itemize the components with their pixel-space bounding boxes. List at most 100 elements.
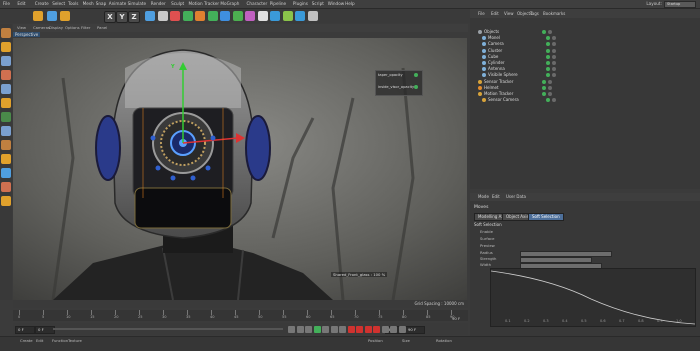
render-toggle-icon[interactable] <box>552 67 556 72</box>
transport-button-3[interactable] <box>313 326 321 333</box>
transport-button-1[interactable] <box>296 326 304 333</box>
current-frame-field[interactable]: 0 F <box>35 326 55 334</box>
transport-button-2[interactable] <box>305 326 312 333</box>
object-row[interactable]: Helmet <box>478 85 628 91</box>
menu-item-create[interactable]: Create <box>35 1 49 6</box>
menu-item-window[interactable]: Window <box>328 1 345 6</box>
menu-item-motion-tracker[interactable]: Motion Tracker <box>189 1 220 6</box>
menu-item-simulate[interactable]: Simulate <box>128 1 147 6</box>
xpresso-overlay[interactable]: taper_opacity inside_visor_opacity <box>375 70 423 96</box>
tool-icon-14[interactable] <box>282 11 293 21</box>
menu-item-script[interactable]: Script <box>312 1 324 6</box>
material-menu-edit[interactable]: Edit <box>36 338 43 343</box>
max-frame-field[interactable]: 90 F <box>405 326 425 334</box>
render-toggle-icon[interactable] <box>548 85 552 90</box>
render-toggle-icon[interactable] <box>552 61 556 65</box>
menu-item-select[interactable]: Select <box>52 1 65 6</box>
object-menu-file[interactable]: File <box>478 11 485 16</box>
object-menu-bookmarks[interactable]: Bookmarks <box>543 11 565 16</box>
tool-icon-2[interactable] <box>59 11 70 21</box>
layout-dropdown[interactable]: Startup <box>664 1 696 8</box>
transport-button-8[interactable] <box>356 326 363 333</box>
object-row[interactable]: Motion Tracker <box>478 91 628 97</box>
visibility-icon[interactable] <box>542 30 546 34</box>
left-tool-icon-9[interactable] <box>1 154 11 164</box>
object-row[interactable]: Objects <box>478 29 628 35</box>
tool-icon-7[interactable] <box>195 11 205 21</box>
left-tool-icon-11[interactable] <box>1 182 11 192</box>
left-tool-icon-8[interactable] <box>1 140 11 150</box>
visibility-icon[interactable] <box>546 61 550 65</box>
render-toggle-icon[interactable] <box>552 42 556 47</box>
material-menu-function[interactable]: Function <box>52 338 68 343</box>
left-tool-icon-2[interactable] <box>1 56 11 66</box>
object-row[interactable]: Cluster <box>482 48 632 54</box>
tool-icon-4[interactable] <box>157 11 168 21</box>
render-toggle-icon[interactable] <box>552 73 556 78</box>
render-toggle-icon[interactable] <box>552 48 556 53</box>
left-tool-icon-10[interactable] <box>1 168 11 178</box>
transport-button-11[interactable] <box>381 326 389 333</box>
object-row[interactable]: Monel <box>482 35 632 41</box>
falloff-graph[interactable]: 0.1 0.2 0.3 0.4 0.5 0.6 0.7 0.8 0.9 1.0 <box>490 268 696 327</box>
tool-icon-15[interactable] <box>295 11 305 21</box>
attribute-tab-user-data[interactable]: User Data <box>506 194 526 199</box>
left-tool-icon-6[interactable] <box>1 112 11 122</box>
transport-button-4[interactable] <box>322 326 329 333</box>
visibility-icon[interactable] <box>546 67 550 72</box>
menu-item-mograph[interactable]: MoGraph <box>220 1 239 6</box>
left-tool-icon-5[interactable] <box>1 98 11 108</box>
viewport-menu-display[interactable]: Display <box>49 25 63 30</box>
left-tool-icon-1[interactable] <box>1 42 11 52</box>
transport-button-9[interactable] <box>364 326 372 333</box>
viewport-menu-options[interactable]: Options <box>65 25 80 30</box>
render-toggle-icon[interactable] <box>548 79 552 84</box>
left-tool-icon-0[interactable] <box>1 28 11 38</box>
tool-icon-12[interactable] <box>257 11 268 21</box>
transport-button-10[interactable] <box>373 326 380 333</box>
menu-item-mesh[interactable]: Mesh <box>83 1 94 6</box>
menu-item-snap[interactable]: Snap <box>96 1 107 6</box>
object-menu-view[interactable]: View <box>504 11 514 16</box>
viewport-menu-view[interactable]: View <box>17 25 26 30</box>
menu-item-pipeline[interactable]: Pipeline <box>270 1 286 6</box>
transport-button-5[interactable] <box>330 326 338 333</box>
soft-selection-button[interactable]: Soft Selection <box>528 213 564 221</box>
transport-button-6[interactable] <box>339 326 346 333</box>
viewport-menu-panel[interactable]: Panel <box>97 25 107 30</box>
axis-lock-x-button[interactable]: X <box>104 11 116 23</box>
object-row[interactable]: Sensor Tracker <box>478 79 628 85</box>
render-toggle-icon[interactable] <box>552 36 556 41</box>
render-toggle-icon[interactable] <box>552 54 556 59</box>
start-frame-field[interactable]: 0 F <box>15 326 35 334</box>
render-toggle-icon[interactable] <box>548 92 552 96</box>
attribute-tab-edit[interactable]: Edit <box>492 194 500 199</box>
material-menu-create[interactable]: Create <box>20 338 33 343</box>
visibility-icon[interactable] <box>542 79 546 84</box>
tool-icon-16[interactable] <box>307 11 318 21</box>
object-row[interactable]: Cube <box>482 54 632 60</box>
visibility-icon[interactable] <box>546 54 550 59</box>
tool-icon-3[interactable] <box>145 11 155 21</box>
range-slider[interactable] <box>53 328 283 330</box>
overlay-port[interactable] <box>414 85 418 89</box>
visibility-icon[interactable] <box>546 36 550 41</box>
tool-icon-0[interactable] <box>33 11 44 21</box>
object-row[interactable]: Camera <box>482 41 632 47</box>
object-row[interactable]: Sensor Camera <box>482 97 632 103</box>
render-toggle-icon[interactable] <box>552 98 556 103</box>
overlay-port[interactable] <box>414 73 418 77</box>
viewport-menu-cameras[interactable]: Cameras <box>33 25 50 30</box>
visibility-icon[interactable] <box>542 92 546 96</box>
object-menu-tags[interactable]: Tags <box>530 11 539 16</box>
left-tool-icon-3[interactable] <box>1 70 11 80</box>
visibility-icon[interactable] <box>546 42 550 47</box>
object-row[interactable]: Cylinder <box>482 60 632 66</box>
menu-item-plugins[interactable]: Plugins <box>293 1 308 6</box>
menu-item-tools[interactable]: Tools <box>68 1 78 6</box>
menu-item-edit[interactable]: Edit <box>17 1 25 6</box>
visibility-icon[interactable] <box>546 48 550 53</box>
visibility-icon[interactable] <box>546 73 550 78</box>
viewport[interactable]: taper_opacity inside_visor_opacity Y Sha… <box>13 38 467 300</box>
timeline[interactable]: 0 5 10 15 20 25 30 35 40 45 50 55 60 65 70 75 80 85 90 <box>13 310 468 321</box>
